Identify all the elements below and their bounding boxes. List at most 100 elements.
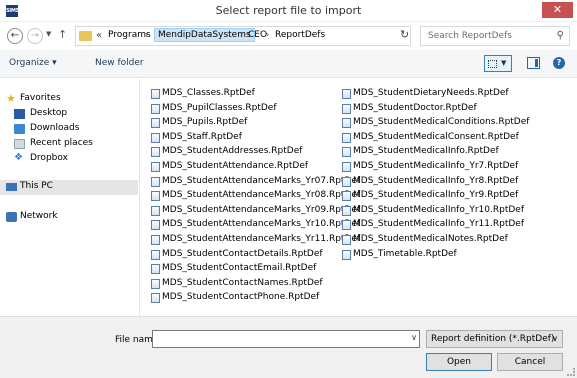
resize-grip-icon[interactable] bbox=[567, 368, 575, 376]
breadcrumb-ceo[interactable]: CEO bbox=[248, 30, 267, 40]
rptdef-file-icon bbox=[151, 103, 160, 114]
file-name: MDS_StudentMedicalInfo_Yr8.RptDef bbox=[353, 175, 519, 186]
nav-this-pc[interactable]: This PC bbox=[0, 180, 138, 195]
rptdef-file-icon bbox=[151, 147, 160, 158]
file-name: MDS_StudentAttendanceMarks_Yr11.RptDef bbox=[162, 234, 361, 244]
rptdef-file-icon bbox=[151, 205, 160, 216]
breadcrumb-separator-icon[interactable]: › bbox=[266, 30, 269, 39]
rptdef-file-icon bbox=[151, 293, 160, 304]
nav-label: Recent places bbox=[30, 138, 93, 148]
preview-pane-icon[interactable] bbox=[527, 57, 540, 69]
open-button[interactable]: Open bbox=[426, 353, 492, 371]
file-name: MDS_StudentMedicalInfo_Yr9.RptDef bbox=[353, 190, 519, 201]
view-grid-icon bbox=[488, 60, 497, 68]
rptdef-file-icon bbox=[342, 176, 351, 187]
rptdef-file-icon bbox=[151, 278, 160, 289]
file-name: MDS_StudentMedicalInfo_Yr10.RptDef bbox=[353, 204, 524, 215]
nav-desktop[interactable]: Desktop bbox=[0, 107, 138, 122]
rptdef-file-icon bbox=[151, 264, 160, 275]
file-name: MDS_StudentAttendanceMarks_Yr08.RptDef bbox=[162, 190, 361, 201]
search-input[interactable]: Search ReportDefs ⚲ bbox=[420, 26, 570, 46]
breadcrumb-separator-icon[interactable]: › bbox=[240, 30, 243, 39]
command-bar: Organize ▾ New folder ▼ ? bbox=[0, 50, 577, 78]
dialog-footer: File name: ∨ Report definition (*.RptDef… bbox=[0, 316, 577, 378]
rptdef-file-icon bbox=[151, 176, 160, 187]
file-name: MDS_Pupils.RptDef bbox=[162, 117, 248, 128]
nav-label: Dropbox bbox=[30, 153, 68, 163]
nav-favorites[interactable]: ★ Favorites bbox=[0, 92, 138, 107]
rptdef-file-icon bbox=[342, 220, 351, 231]
nav-dropbox[interactable]: ❖ Dropbox bbox=[0, 152, 138, 167]
forward-button[interactable]: → bbox=[27, 28, 43, 44]
file-name-input[interactable] bbox=[152, 330, 420, 348]
computer-icon bbox=[6, 183, 17, 191]
refresh-icon[interactable]: ↻ bbox=[400, 28, 409, 41]
nav-label: This PC bbox=[20, 181, 53, 191]
nav-label: Network bbox=[20, 211, 58, 221]
file-name: MDS_StudentMedicalConsent.RptDef bbox=[353, 131, 519, 142]
rptdef-file-icon bbox=[342, 205, 351, 216]
file-name: MDS_StudentAddresses.RptDef bbox=[162, 146, 303, 157]
rptdef-file-icon bbox=[342, 118, 351, 129]
rptdef-file-icon bbox=[151, 132, 160, 143]
window-title: Select report file to import bbox=[215, 4, 362, 17]
back-button[interactable]: ← bbox=[7, 28, 23, 44]
change-view-button[interactable]: ▼ bbox=[484, 55, 512, 72]
rptdef-file-icon bbox=[151, 220, 160, 231]
rptdef-file-icon bbox=[342, 191, 351, 202]
file-name: MDS_Classes.RptDef bbox=[162, 88, 255, 98]
file-type-value: Report definition (*.RptDef) bbox=[431, 334, 555, 344]
file-name: MDS_StudentMedicalInfo_Yr11.RptDef bbox=[353, 219, 524, 230]
rptdef-file-icon bbox=[342, 89, 351, 99]
file-name: MDS_PupilClasses.RptDef bbox=[162, 102, 277, 113]
file-type-select[interactable]: Report definition (*.RptDef) ∨ bbox=[426, 330, 563, 348]
file-name: MDS_StudentMedicalInfo_Yr7.RptDef bbox=[353, 161, 519, 171]
file-name: MDS_StudentAttendance.RptDef bbox=[162, 161, 309, 171]
new-folder-button[interactable]: New folder bbox=[95, 58, 144, 68]
search-placeholder: Search ReportDefs bbox=[428, 31, 512, 41]
nav-label: Desktop bbox=[30, 108, 68, 118]
nav-label: Favorites bbox=[20, 93, 61, 103]
desktop-icon bbox=[14, 109, 25, 119]
file-name: MDS_StudentContactPhone.RptDef bbox=[162, 292, 320, 303]
breadcrumb[interactable]: « Programs › MendipDataSystems › CEO › R… bbox=[75, 26, 411, 46]
rptdef-file-icon bbox=[151, 118, 160, 129]
nav-label: Downloads bbox=[30, 123, 80, 133]
file-name: MDS_StudentAttendanceMarks_Yr07.RptDef bbox=[162, 175, 361, 186]
file-name: MDS_StudentAttendanceMarks_Yr10.RptDef bbox=[162, 219, 361, 230]
star-icon: ★ bbox=[6, 92, 16, 105]
rptdef-file-icon bbox=[151, 249, 160, 260]
file-name: MDS_StudentContactEmail.RptDef bbox=[162, 263, 317, 274]
breadcrumb-more[interactable]: « bbox=[96, 30, 102, 41]
recent-places-icon bbox=[14, 139, 25, 149]
breadcrumb-reportdefs[interactable]: ReportDefs bbox=[275, 30, 325, 40]
file-name: MDS_StudentDoctor.RptDef bbox=[353, 102, 477, 113]
organize-button[interactable]: Organize ▾ bbox=[9, 58, 57, 68]
file-name: MDS_StudentMedicalNotes.RptDef bbox=[353, 234, 508, 244]
search-icon[interactable]: ⚲ bbox=[557, 30, 564, 41]
rptdef-file-icon bbox=[151, 235, 160, 245]
recent-locations-icon[interactable]: ▼ bbox=[46, 30, 51, 38]
file-name: MDS_StudentMedicalInfo.RptDef bbox=[353, 146, 499, 157]
rptdef-file-icon bbox=[342, 147, 351, 158]
file-name: MDS_StudentContactDetails.RptDef bbox=[162, 248, 323, 259]
folder-icon bbox=[79, 31, 92, 41]
chevron-down-icon[interactable]: ∨ bbox=[552, 334, 558, 343]
file-name: MDS_StudentDietaryNeeds.RptDef bbox=[353, 88, 509, 98]
chevron-down-icon[interactable]: ▼ bbox=[501, 59, 506, 67]
breadcrumb-separator-icon[interactable]: › bbox=[145, 30, 148, 39]
rptdef-file-icon bbox=[342, 162, 351, 172]
cancel-button[interactable]: Cancel bbox=[497, 353, 563, 371]
help-icon[interactable]: ? bbox=[553, 57, 565, 69]
up-arrow-icon[interactable]: ↑ bbox=[58, 28, 67, 41]
file-list: MDS_Classes.RptDef MDS_PupilClasses.RptDe… bbox=[141, 79, 577, 316]
nav-recent-places[interactable]: Recent places bbox=[0, 137, 138, 152]
close-button[interactable]: ✕ bbox=[542, 2, 573, 18]
downloads-icon bbox=[14, 124, 25, 134]
nav-downloads[interactable]: Downloads bbox=[0, 122, 138, 137]
nav-network[interactable]: Network bbox=[0, 210, 138, 225]
rptdef-file-icon bbox=[342, 249, 351, 260]
file-name: MDS_StudentAttendanceMarks_Yr09.RptDef bbox=[162, 204, 361, 215]
address-row: ← → ▼ ↑ « Programs › MendipDataSystems ›… bbox=[0, 22, 577, 50]
title-bar: SIMS Select report file to import ✕ bbox=[0, 0, 577, 22]
